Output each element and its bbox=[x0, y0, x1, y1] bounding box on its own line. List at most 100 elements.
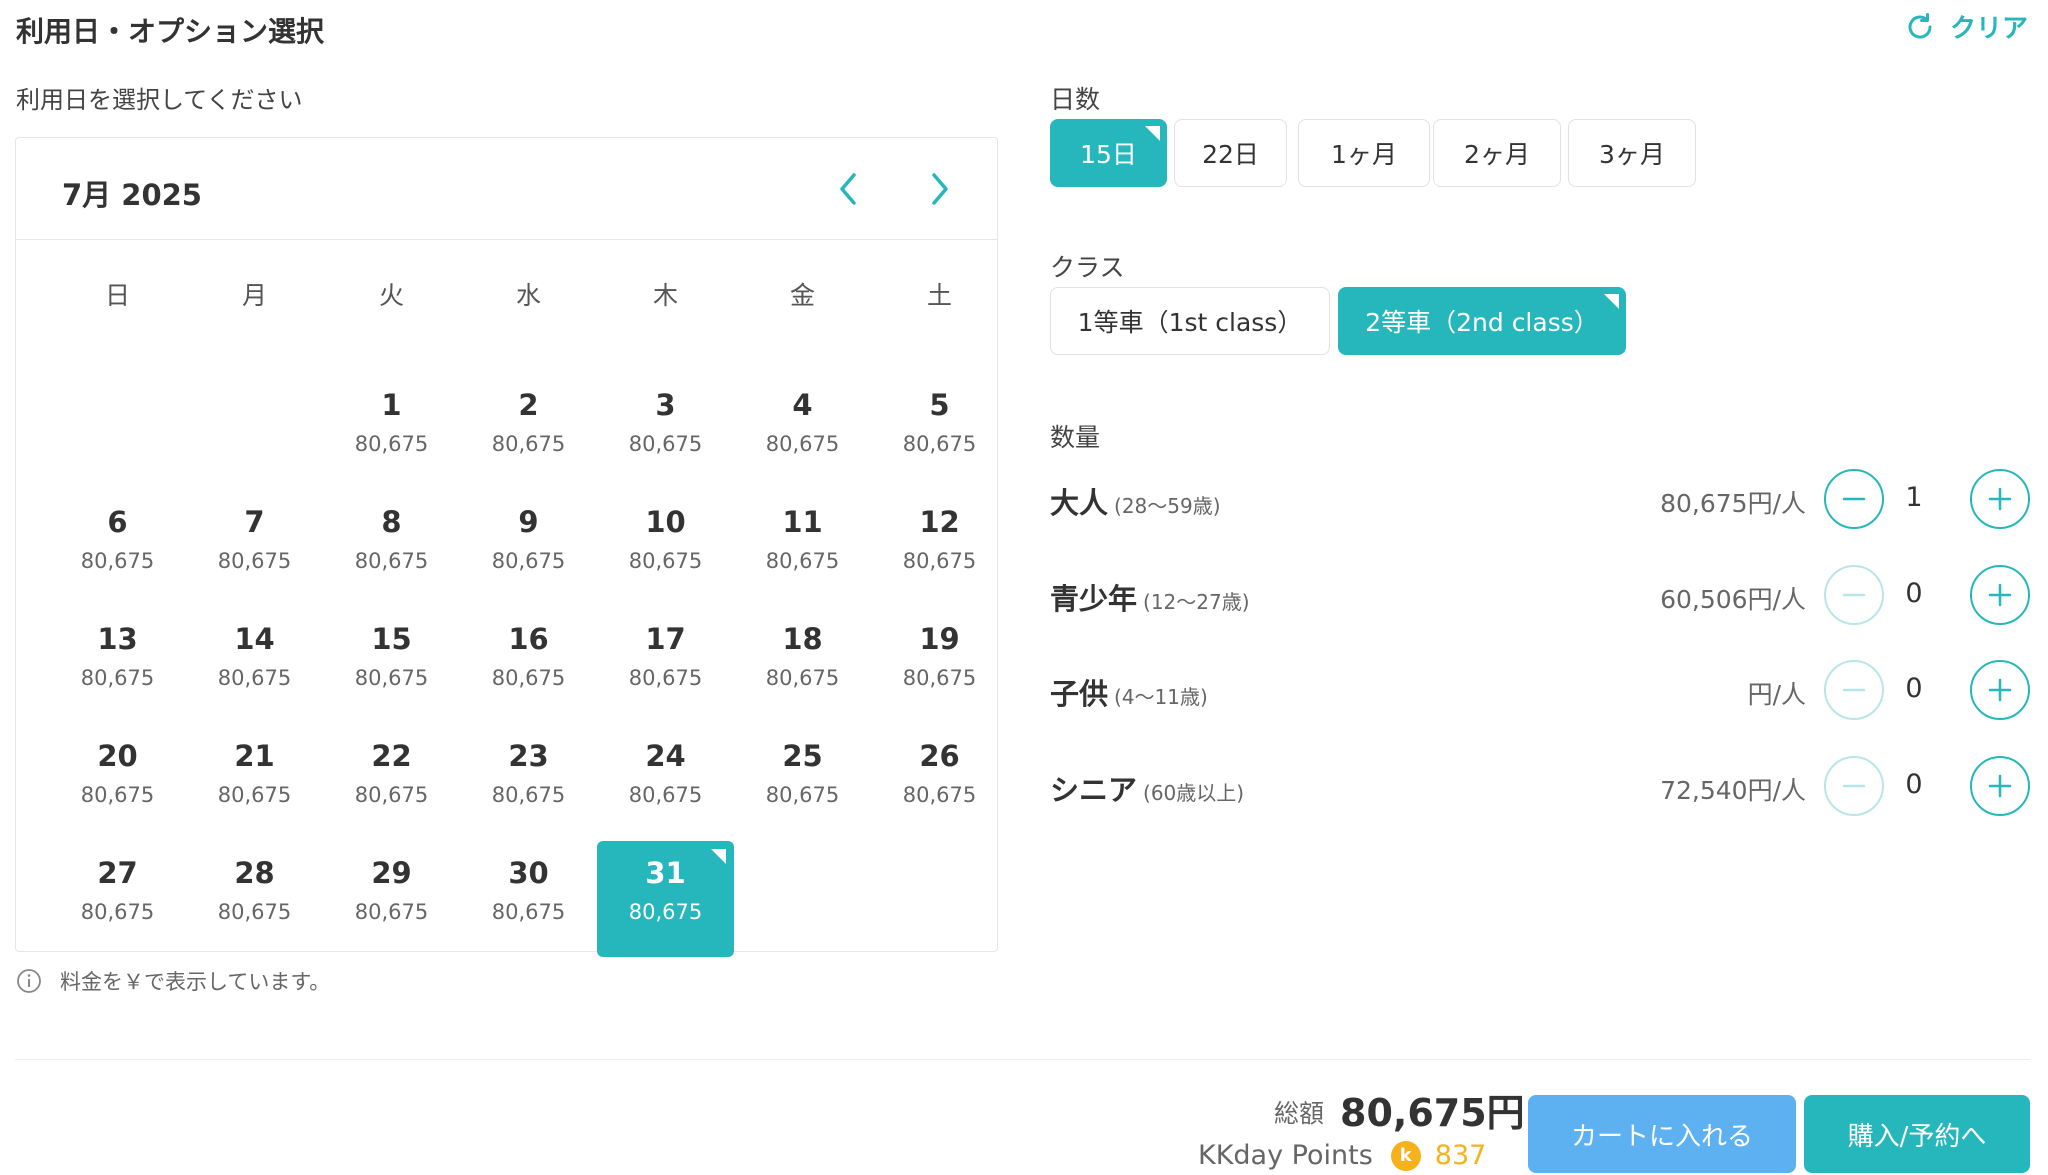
plus-icon bbox=[1988, 678, 2012, 702]
calendar-day[interactable]: 19 80,675 bbox=[871, 607, 1008, 723]
day-price: 80,675 bbox=[491, 549, 566, 573]
day-price: 80,675 bbox=[765, 783, 840, 807]
day-number: 11 bbox=[782, 505, 823, 539]
day-number: 13 bbox=[97, 622, 138, 656]
calendar-day[interactable]: 28 80,675 bbox=[186, 841, 323, 957]
day-price: 80,675 bbox=[217, 549, 292, 573]
quantity-row: シニア (60歳以上) 72,540円/人 0 bbox=[1050, 751, 2030, 821]
ticket-unit-price: 60,506円/人 bbox=[1660, 585, 1806, 614]
increase-quantity-button[interactable] bbox=[1970, 660, 2030, 720]
calendar-day[interactable]: 26 80,675 bbox=[871, 724, 1008, 840]
footer-divider bbox=[15, 1059, 2030, 1060]
increase-quantity-button[interactable] bbox=[1970, 756, 2030, 816]
currency-note-text: 料金を￥で表示しています。 bbox=[60, 970, 331, 994]
calendar-day[interactable]: 12 80,675 bbox=[871, 490, 1008, 606]
points-coin-icon: k bbox=[1390, 1140, 1421, 1171]
duration-option-label: 22日 bbox=[1202, 140, 1259, 169]
day-price: 80,675 bbox=[80, 783, 155, 807]
duration-option[interactable]: 22日 bbox=[1174, 119, 1287, 187]
quantity-value: 0 bbox=[1905, 578, 1923, 609]
selected-corner-mark bbox=[1604, 294, 1619, 309]
duration-option[interactable]: 2ヶ月 bbox=[1433, 119, 1561, 187]
calendar-day[interactable]: 3 80,675 bbox=[597, 373, 734, 489]
calendar-day[interactable]: 9 80,675 bbox=[460, 490, 597, 606]
day-number: 24 bbox=[645, 739, 686, 773]
day-price: 80,675 bbox=[491, 432, 566, 456]
day-price: 80,675 bbox=[765, 432, 840, 456]
calendar-day[interactable]: 22 80,675 bbox=[323, 724, 460, 840]
calendar-day[interactable]: 6 80,675 bbox=[49, 490, 186, 606]
calendar-day[interactable]: 7 80,675 bbox=[186, 490, 323, 606]
calendar-day[interactable]: 24 80,675 bbox=[597, 724, 734, 840]
decrease-quantity-button[interactable] bbox=[1824, 469, 1884, 529]
day-price: 80,675 bbox=[354, 432, 429, 456]
day-price: 80,675 bbox=[628, 549, 703, 573]
day-price: 80,675 bbox=[491, 900, 566, 924]
quantity-row: 子供 (4〜11歳) 円/人 0 bbox=[1050, 655, 2030, 725]
day-number: 8 bbox=[381, 505, 402, 539]
duration-option[interactable]: 1ヶ月 bbox=[1298, 119, 1430, 187]
day-price: 80,675 bbox=[628, 666, 703, 690]
ticket-age-range: (28〜59歳) bbox=[1114, 494, 1221, 518]
day-price: 80,675 bbox=[217, 900, 292, 924]
day-price: 80,675 bbox=[765, 666, 840, 690]
calendar-day[interactable]: 11 80,675 bbox=[734, 490, 871, 606]
class-option-label: 2等車（2nd class） bbox=[1365, 308, 1599, 337]
calendar-day[interactable]: 17 80,675 bbox=[597, 607, 734, 723]
calendar-day[interactable]: 18 80,675 bbox=[734, 607, 871, 723]
day-price: 80,675 bbox=[765, 549, 840, 573]
calendar-day[interactable]: 16 80,675 bbox=[460, 607, 597, 723]
increase-quantity-button[interactable] bbox=[1970, 565, 2030, 625]
ticket-type-name: 子供 (4〜11歳) bbox=[1050, 671, 1208, 713]
calendar-day[interactable]: 25 80,675 bbox=[734, 724, 871, 840]
day-number: 28 bbox=[234, 856, 275, 890]
decrease-quantity-button[interactable] bbox=[1824, 565, 1884, 625]
day-number: 7 bbox=[244, 505, 265, 539]
day-price: 80,675 bbox=[217, 666, 292, 690]
refresh-icon bbox=[1908, 12, 1932, 39]
calendar-day[interactable]: 20 80,675 bbox=[49, 724, 186, 840]
calendar-day[interactable]: 14 80,675 bbox=[186, 607, 323, 723]
calendar-day[interactable]: 10 80,675 bbox=[597, 490, 734, 606]
class-option[interactable]: 2等車（2nd class） bbox=[1338, 287, 1626, 355]
day-price: 80,675 bbox=[80, 666, 155, 690]
calendar-day[interactable]: 1 80,675 bbox=[323, 373, 460, 489]
day-price: 80,675 bbox=[354, 900, 429, 924]
day-number: 27 bbox=[97, 856, 138, 890]
calendar-day[interactable]: 8 80,675 bbox=[323, 490, 460, 606]
kkday-points: KKday Points k 837 bbox=[1198, 1140, 1486, 1171]
calendar-day[interactable]: 5 80,675 bbox=[871, 373, 1008, 489]
calendar-day[interactable]: 15 80,675 bbox=[323, 607, 460, 723]
plus-icon bbox=[1988, 583, 2012, 607]
calendar-day[interactable]: 31 80,675 bbox=[597, 841, 734, 957]
ticket-type-label: 青少年 bbox=[1050, 582, 1138, 616]
duration-option-label: 1ヶ月 bbox=[1331, 140, 1397, 169]
day-number: 6 bbox=[107, 505, 128, 539]
quantity-row: 青少年 (12〜27歳) 60,506円/人 0 bbox=[1050, 560, 2030, 630]
day-price: 80,675 bbox=[354, 666, 429, 690]
ticket-type-name: 大人 (28〜59歳) bbox=[1050, 480, 1221, 522]
selected-corner-mark bbox=[1145, 126, 1160, 141]
calendar-day[interactable]: 30 80,675 bbox=[460, 841, 597, 957]
class-option-label: 1等車（1st class） bbox=[1077, 308, 1303, 337]
calendar-day[interactable]: 27 80,675 bbox=[49, 841, 186, 957]
decrease-quantity-button[interactable] bbox=[1824, 756, 1884, 816]
calendar-day[interactable]: 13 80,675 bbox=[49, 607, 186, 723]
class-option[interactable]: 1等車（1st class） bbox=[1050, 287, 1330, 355]
day-number: 25 bbox=[782, 739, 823, 773]
ticket-age-range: (60歳以上) bbox=[1143, 781, 1245, 805]
calendar-day[interactable]: 4 80,675 bbox=[734, 373, 871, 489]
calendar-day[interactable]: 29 80,675 bbox=[323, 841, 460, 957]
day-price: 80,675 bbox=[902, 432, 977, 456]
ticket-type-label: シニア bbox=[1050, 773, 1138, 807]
decrease-quantity-button[interactable] bbox=[1824, 660, 1884, 720]
increase-quantity-button[interactable] bbox=[1970, 469, 2030, 529]
duration-option[interactable]: 3ヶ月 bbox=[1568, 119, 1696, 187]
calendar-day[interactable]: 21 80,675 bbox=[186, 724, 323, 840]
duration-option[interactable]: 15日 bbox=[1050, 119, 1167, 187]
book-now-button[interactable]: 購入/予約へ bbox=[1804, 1095, 2030, 1173]
add-to-cart-button[interactable]: カートに入れる bbox=[1528, 1095, 1796, 1173]
calendar-day[interactable]: 23 80,675 bbox=[460, 724, 597, 840]
calendar-day[interactable]: 2 80,675 bbox=[460, 373, 597, 489]
clear-button[interactable]: クリア bbox=[1904, 8, 2028, 45]
